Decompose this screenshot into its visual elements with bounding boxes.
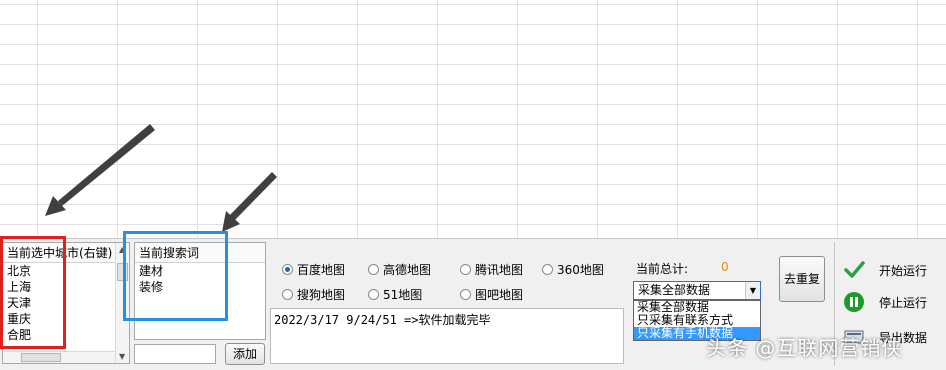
radio-label: 图吧地图 [475, 288, 524, 302]
radio-icon[interactable] [368, 289, 379, 300]
watermark-text: 头条 @互联网营销侠 [706, 336, 903, 360]
stop-label: 停止运行 [879, 295, 928, 310]
radio-icon[interactable] [368, 264, 379, 275]
radio-label: 高德地图 [383, 263, 432, 277]
scroll-thumb[interactable] [21, 353, 61, 362]
log-line: 2022/3/17 9/24/51 =>软件加载完毕 [274, 313, 491, 327]
arrow-to-cities [58, 124, 155, 206]
log-output: 2022/3/17 9/24/51 =>软件加载完毕 [270, 308, 624, 364]
radio-map-360[interactable]: 360地图 [542, 261, 604, 278]
radio-label: 360地图 [557, 263, 604, 277]
radio-map-tencent[interactable]: 腾讯地图 [460, 261, 523, 278]
radio-map-baidu[interactable]: 百度地图 [282, 261, 345, 278]
start-button[interactable]: 开始运行 [843, 259, 927, 281]
checkmark-icon [843, 259, 865, 281]
radio-map-51[interactable]: 51地图 [368, 286, 422, 303]
start-label: 开始运行 [879, 263, 928, 278]
dedupe-button[interactable]: 去重复 [779, 256, 825, 302]
radio-label: 腾讯地图 [475, 263, 524, 277]
blue-highlight-box [123, 231, 228, 321]
annotation-arrows [45, 124, 277, 232]
select-value: 采集全部数据 [638, 283, 711, 297]
radio-label: 百度地图 [297, 263, 346, 277]
radio-icon[interactable] [460, 264, 471, 275]
add-keyword-button[interactable]: 添加 [225, 343, 265, 365]
city-list-hscrollbar[interactable] [3, 351, 115, 363]
keyword-add-input[interactable] [134, 344, 216, 364]
radio-icon[interactable] [282, 289, 293, 300]
radio-label: 搜狗地图 [297, 288, 346, 302]
total-value: 0 [721, 260, 729, 274]
radio-map-tuba[interactable]: 图吧地图 [460, 286, 523, 303]
radio-icon[interactable] [542, 264, 553, 275]
red-highlight-box [0, 236, 66, 349]
radio-icon[interactable] [460, 289, 471, 300]
stop-button[interactable]: 停止运行 [843, 291, 927, 313]
scroll-down-icon[interactable]: ▼ [119, 352, 125, 361]
collect-mode-select[interactable]: 采集全部数据 ▼ [633, 281, 761, 300]
pause-icon [843, 291, 865, 313]
total-label: 当前总计: [636, 262, 689, 276]
radio-map-gaode[interactable]: 高德地图 [368, 261, 431, 278]
radio-map-sogou[interactable]: 搜狗地图 [282, 286, 345, 303]
radio-selected-icon[interactable] [282, 264, 293, 275]
arrow-to-keywords [228, 172, 277, 222]
chevron-down-icon[interactable]: ▼ [745, 282, 760, 299]
radio-label: 51地图 [383, 288, 423, 302]
